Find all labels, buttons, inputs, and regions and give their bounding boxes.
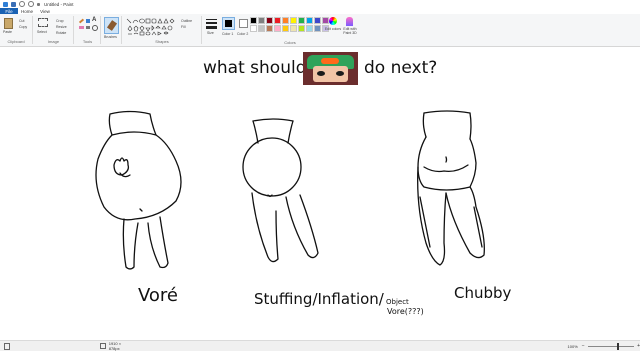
color-swatch[interactable] (274, 17, 281, 24)
redo-icon[interactable] (28, 1, 34, 7)
label-stuffing: Stuffing/Inflation/ (254, 290, 384, 308)
clipboard-group: Paste Cut Copy Clipboard (0, 16, 33, 44)
tools-label: Tools (82, 39, 93, 44)
color-swatch[interactable] (298, 17, 305, 24)
color-swatch[interactable] (250, 17, 257, 24)
clipboard-label: Clipboard (7, 39, 25, 44)
quick-access-toolbar (0, 1, 40, 7)
color1-swatch[interactable] (222, 17, 235, 30)
pencil-icon[interactable] (78, 18, 85, 24)
brushes-button[interactable]: Brushes (104, 35, 117, 39)
color2-label: Color 2 (237, 32, 249, 36)
zoom-slider-thumb[interactable] (616, 342, 619, 350)
title-bar: Untitled - Paint (0, 0, 640, 8)
colors-label: Colors (284, 40, 296, 45)
paste-icon[interactable] (4, 18, 13, 29)
paste-button[interactable]: Paste (3, 30, 12, 34)
fill-button[interactable]: Fill (181, 25, 185, 29)
image-group: Select Crop Resize Rotate Image (34, 16, 74, 44)
image-label: Image (47, 39, 60, 44)
size-button[interactable]: Size (207, 31, 214, 35)
paint3d-icon[interactable] (346, 17, 353, 26)
zoom-slider[interactable] (587, 342, 635, 350)
paint3d-button[interactable]: Edit with Paint 3D (340, 27, 360, 35)
undo-icon[interactable] (19, 1, 25, 7)
size-icon[interactable] (206, 19, 217, 29)
color-swatch[interactable] (282, 17, 289, 24)
color-swatch[interactable] (290, 17, 297, 24)
selection-size-icon (99, 343, 106, 349)
label-vore-2: Vore(???) (387, 307, 424, 316)
color-swatch[interactable] (314, 25, 321, 32)
color-swatch[interactable] (306, 25, 313, 32)
color-swatch[interactable] (274, 25, 281, 32)
rotate-button[interactable]: Rotate (56, 31, 66, 35)
text-icon[interactable]: A (92, 17, 96, 23)
zoom-out-button[interactable]: − (582, 343, 585, 349)
paint-app-icon (3, 1, 8, 7)
color-swatch[interactable] (258, 25, 265, 32)
crop-button[interactable]: Crop (56, 19, 64, 23)
color-picker-icon[interactable] (86, 26, 90, 29)
color-palette (250, 17, 329, 32)
fill-icon[interactable] (86, 19, 90, 23)
color-swatch[interactable] (306, 17, 313, 24)
magnifier-icon[interactable] (92, 25, 98, 31)
color-swatch[interactable] (266, 25, 273, 32)
label-chubby: Chubby (454, 284, 512, 302)
color-swatch[interactable] (258, 17, 265, 24)
label-vore: Voré (138, 285, 179, 306)
brushes-group: Brushes (102, 16, 122, 44)
color2-swatch[interactable] (239, 19, 248, 28)
shapes-group: Outline Fill Shapes (123, 16, 202, 44)
zoom-level: 100% (567, 343, 578, 349)
save-icon[interactable] (11, 1, 16, 7)
color1-group: Color 1 (221, 16, 236, 44)
window-title: Untitled - Paint (44, 1, 74, 7)
color-swatch[interactable] (266, 17, 273, 24)
color-swatch[interactable] (322, 17, 329, 24)
ribbon: Paste Cut Copy Clipboard Select Crop Res… (0, 14, 640, 47)
color-swatch[interactable] (290, 25, 297, 32)
brushes-icon[interactable] (104, 17, 119, 34)
outline-button[interactable]: Outline (181, 19, 192, 23)
color-swatch[interactable] (298, 25, 305, 32)
cursor-position-icon (4, 342, 10, 350)
select-button[interactable]: Select (37, 30, 47, 34)
resize-button[interactable]: Resize (56, 25, 67, 29)
tools-group: A Tools (75, 16, 101, 44)
shapes-gallery[interactable] (126, 18, 176, 36)
customize-toolbar-icon[interactable] (37, 2, 40, 6)
color2-group: Color 2 (237, 16, 249, 44)
size-group: Size (203, 16, 220, 44)
copy-button[interactable]: Copy (19, 25, 27, 29)
status-bar: 1910 × 878px 100% − + (0, 340, 640, 351)
edit-colors-icon[interactable] (329, 17, 337, 25)
color-swatch[interactable] (314, 17, 321, 24)
shapes-label: Shapes (155, 39, 169, 44)
eraser-icon[interactable] (79, 26, 84, 29)
cut-button[interactable]: Cut (19, 19, 24, 23)
color-swatch[interactable] (282, 25, 289, 32)
select-icon[interactable] (38, 18, 48, 27)
color1-label: Color 1 (222, 32, 234, 36)
label-object: Object (386, 298, 409, 306)
color-swatch[interactable] (250, 25, 257, 32)
drawing-canvas[interactable]: what should do next? Voré Stuffing/Infla… (0, 47, 640, 339)
